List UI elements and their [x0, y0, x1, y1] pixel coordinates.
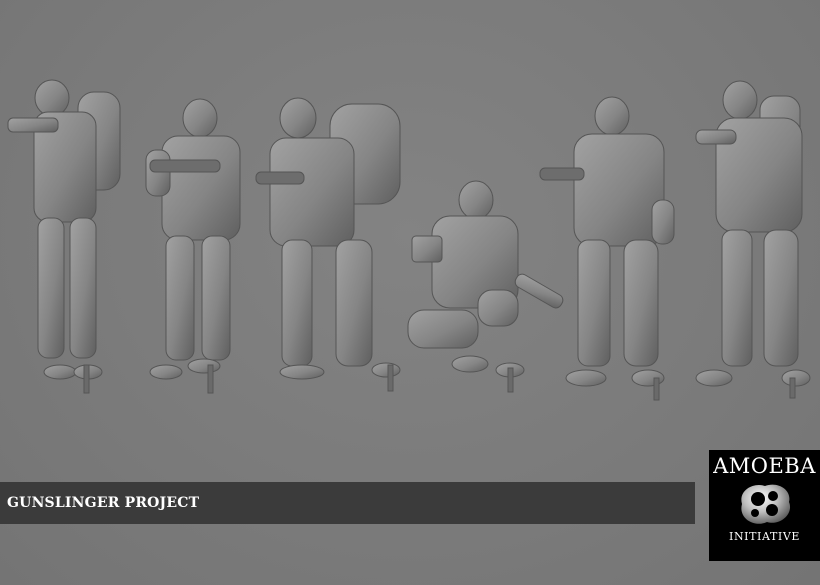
figure-soldier-kneeling: [407, 180, 564, 393]
figure-soldier-headset-rifle: [145, 98, 241, 394]
title-banner: GUNSLINGER PROJECT: [0, 482, 695, 524]
amoeba-logo: AMOEBA INITIATIVE: [709, 450, 820, 561]
figures-render: [7, 79, 811, 401]
figure-soldier-headset-standing: [539, 96, 675, 401]
render-background: GUNSLINGER PROJECT AMOEBA INITIATIVE: [0, 0, 820, 585]
figure-soldier-aiming-right: [695, 80, 811, 399]
logo-bottom-text: INITIATIVE: [729, 530, 800, 543]
figure-soldier-walking-backpack: [255, 97, 401, 392]
banner-title: GUNSLINGER PROJECT: [7, 495, 200, 511]
amoeba-logo-icon: [740, 484, 790, 524]
logo-top-text: AMOEBA: [713, 454, 816, 478]
figure-soldier-aiming-left: [7, 79, 121, 394]
